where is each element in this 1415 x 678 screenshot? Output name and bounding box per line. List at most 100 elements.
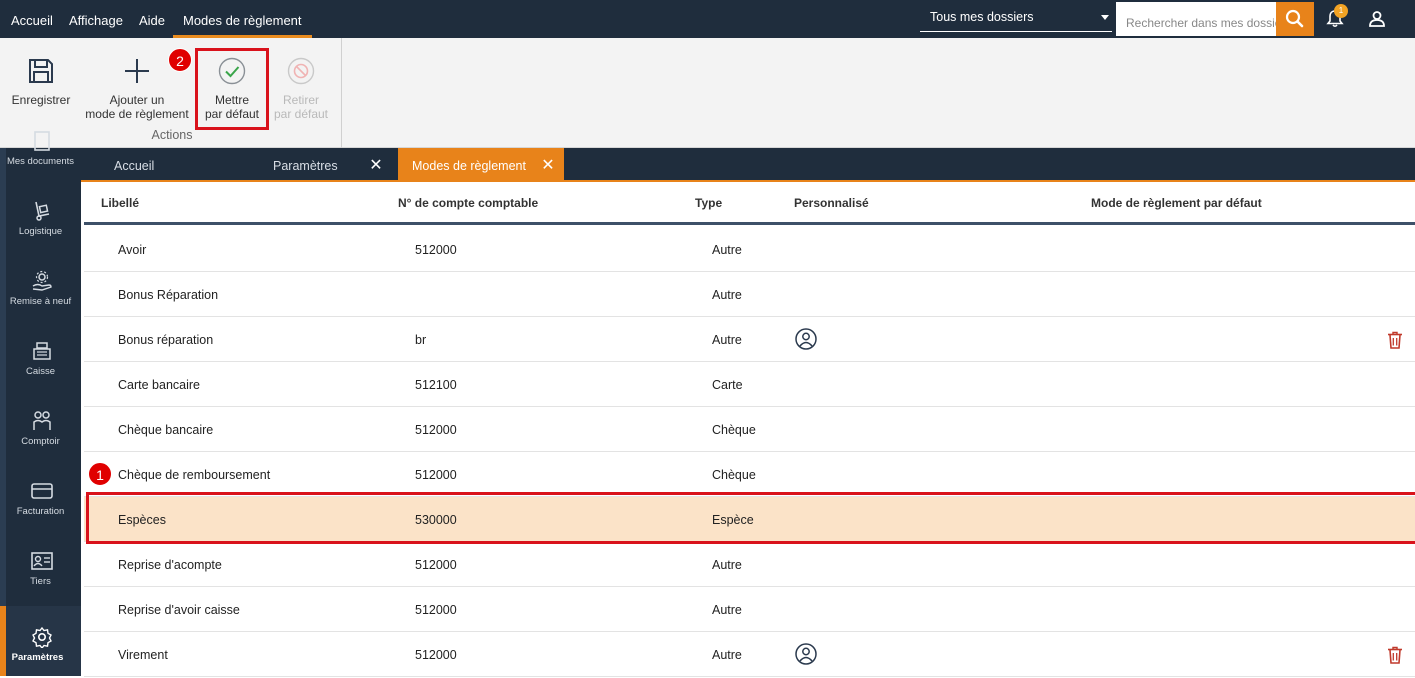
cell-compte: 512100 (415, 378, 457, 392)
menu-modes-de-reglement[interactable]: Modes de règlement (173, 0, 312, 38)
table-row[interactable]: Bonus Réparation Autre (84, 272, 1415, 317)
people-icon (33, 411, 51, 430)
cell-type: Carte (712, 378, 743, 392)
person-circle-icon (795, 643, 817, 665)
add-label-line1: Ajouter un (109, 93, 165, 107)
cell-compte: br (415, 333, 427, 347)
sidebar-item-caisse[interactable]: Caisse (0, 320, 81, 390)
save-icon (29, 59, 53, 83)
table-row[interactable]: Chèque bancaire 512000 Chèque (84, 407, 1415, 452)
callout-step-1: 1 (88, 462, 112, 486)
folder-select[interactable]: Tous mes dossiers (920, 5, 1112, 32)
trash-icon[interactable] (1387, 331, 1403, 349)
sidebar-item-label: Tiers (30, 576, 51, 587)
sidebar-item-label: Remise à neuf (9, 296, 72, 307)
column-header-type[interactable]: Type (695, 196, 722, 210)
sidebar-item-parametres[interactable]: Paramètres (0, 606, 81, 676)
sidebar-item-tiers[interactable]: Tiers (0, 530, 81, 600)
search-icon (1285, 9, 1304, 28)
prohibited-icon (287, 57, 315, 85)
plus-icon (125, 59, 149, 83)
cell-type: Autre (712, 603, 742, 617)
cell-type: Autre (712, 243, 742, 257)
notification-badge: 1 (1334, 4, 1348, 18)
cell-compte: 512000 (415, 603, 457, 617)
highlight-set-default (195, 48, 269, 130)
sidebar-item-comptoir[interactable]: Comptoir (0, 390, 81, 460)
sidebar-item-remise-a-neuf[interactable]: Remise à neuf (0, 250, 81, 320)
gear-hand-icon (32, 270, 52, 291)
column-header-libelle[interactable]: Libellé (101, 196, 139, 210)
sidebar: Mes documents Logistique Remise à neuf C… (0, 131, 81, 676)
cell-libelle: Avoir (118, 243, 147, 257)
cell-libelle: Reprise d'acompte (118, 558, 222, 572)
table-row[interactable]: Bonus réparation br Autre (84, 317, 1415, 362)
cell-compte: 512000 (415, 648, 457, 662)
sidebar-item-label: Logistique (18, 226, 63, 237)
table-row[interactable]: Carte bancaire 512100 Carte (84, 362, 1415, 407)
cell-libelle: Bonus réparation (118, 333, 214, 347)
person-circle-icon (795, 328, 817, 350)
save-label: Enregistrer (11, 93, 71, 107)
remove-default-label-line2: par défaut (273, 107, 329, 121)
column-header-compte[interactable]: N° de compte comptable (398, 196, 538, 210)
menu-affichage[interactable]: Affichage (69, 0, 123, 38)
sidebar-item-label: Mes documents (6, 156, 75, 167)
cash-register-icon (33, 342, 51, 360)
cell-type: Autre (712, 648, 742, 662)
table-row[interactable]: Reprise d'avoir caisse 512000 Autre (84, 587, 1415, 632)
menu-accueil[interactable]: Accueil (11, 0, 53, 38)
cell-libelle: Reprise d'avoir caisse (118, 603, 240, 617)
credit-card-icon (31, 483, 53, 499)
payment-modes-grid: Libellé N° de compte comptable Type Pers… (81, 182, 1415, 677)
tab-parametres-close-icon[interactable]: ✕ (368, 148, 384, 180)
sidebar-item-label: Comptoir (21, 436, 60, 447)
cell-libelle: Virement (118, 648, 168, 662)
cell-libelle: Carte bancaire (118, 378, 200, 392)
cell-type: Autre (712, 558, 742, 572)
sidebar-item-label: Paramètres (11, 652, 64, 663)
ribbon-group-label: Actions (151, 128, 193, 142)
add-label-line2: mode de règlement (85, 107, 189, 121)
search-input[interactable]: Rechercher dans mes dossiers (1116, 2, 1276, 36)
callout-step-2: 2 (168, 48, 192, 72)
tab-modes-de-reglement-label: Modes de règlement (412, 159, 526, 173)
cell-libelle: Chèque bancaire (118, 423, 214, 437)
table-row[interactable]: Reprise d'acompte 512000 Autre (84, 542, 1415, 587)
sidebar-item-mes-documents[interactable]: Mes documents (0, 110, 81, 180)
table-row[interactable]: Virement 512000 Autre (84, 632, 1415, 677)
top-menu-bar: Accueil Affichage Aide Modes de règlemen… (0, 0, 1415, 38)
table-row[interactable]: Avoir 512000 Autre (84, 227, 1415, 272)
cell-compte: 512000 (415, 423, 457, 437)
tab-modes-de-reglement[interactable]: Modes de règlement ✕ (398, 148, 564, 180)
menu-aide[interactable]: Aide (139, 0, 165, 38)
id-card-icon (31, 552, 53, 570)
cell-type: Chèque (712, 468, 756, 482)
cell-compte: 512000 (415, 243, 457, 257)
document-icon (34, 131, 50, 151)
cell-compte: 512000 (415, 558, 457, 572)
cell-type: Autre (712, 333, 742, 347)
user-icon[interactable] (1367, 9, 1387, 29)
remove-default-label-line1: Retirer (282, 93, 319, 107)
column-header-personnalise[interactable]: Personnalisé (794, 196, 869, 210)
tab-parametres[interactable]: Paramètres (273, 148, 338, 180)
sidebar-item-logistique[interactable]: Logistique (0, 180, 81, 250)
header-divider (84, 222, 1415, 225)
highlight-especes-row (86, 492, 1415, 544)
remove-default-button[interactable]: Retirer par défaut (268, 38, 334, 128)
chevron-down-icon (1101, 15, 1109, 20)
sidebar-item-label: Facturation (16, 506, 65, 517)
sidebar-item-label: Caisse (25, 366, 56, 377)
table-row[interactable]: Chèque de remboursement 512000 Chèque (84, 452, 1415, 497)
tab-accueil[interactable]: Accueil (114, 148, 154, 180)
cell-libelle: Chèque de remboursement (118, 468, 271, 482)
search-button[interactable] (1276, 2, 1314, 36)
tab-strip: Accueil Paramètres ✕ Modes de règlement … (81, 148, 1415, 180)
gear-icon (32, 626, 52, 648)
column-header-mode-par-defaut[interactable]: Mode de règlement par défaut (1091, 196, 1262, 210)
trash-icon[interactable] (1387, 646, 1403, 664)
sidebar-item-facturation[interactable]: Facturation (0, 460, 81, 530)
tab-modes-de-reglement-close-icon[interactable]: ✕ (540, 148, 556, 180)
hand-truck-icon (35, 201, 50, 221)
